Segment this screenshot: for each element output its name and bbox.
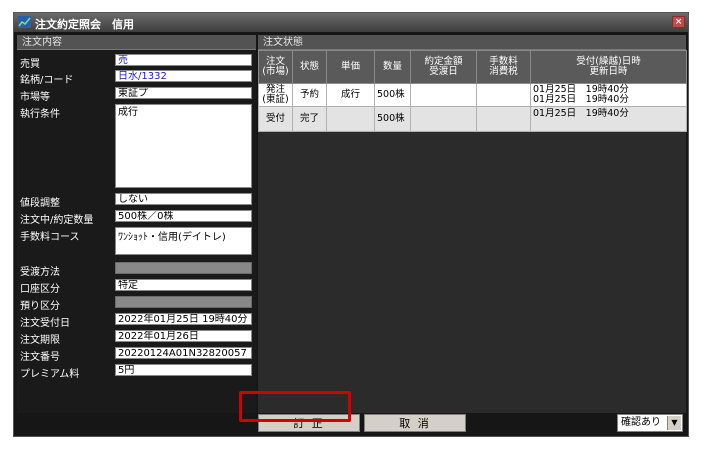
field-value: 特定 (115, 279, 252, 291)
field-label: 注文受付日 (20, 318, 70, 329)
window-title: 注文約定照会 信用 (35, 18, 134, 31)
order-status-panel: 注文状態 注文 (市場) 状態 単価 数量 約定金額 受渡日 手数料 消費税 受付(繰… (258, 35, 687, 413)
cell-tanka: 成行 (326, 83, 375, 107)
table-header-row: 注文 (市場) 状態 単価 数量 約定金額 受渡日 手数料 消費税 受付(繰越)日時更… (258, 50, 687, 84)
field-value: 500株／0株 (115, 210, 252, 222)
field-label: 市場等 (20, 92, 50, 103)
col-header-jotai: 状態 (292, 50, 327, 84)
order-detail-header: 注文内容 (17, 35, 256, 50)
order-inquiry-window: 注文約定照会 信用 × 注文内容 売買 売 銘柄/コード 日水/1332 市場等… (13, 12, 689, 437)
footer-bar: 訂 正 取 消 確認あり ▼ (14, 413, 688, 436)
field-label: 値段調整 (20, 198, 60, 209)
field-label: 売買 (20, 59, 40, 70)
field-value: 2022年01月26日 (115, 330, 252, 342)
order-status-table: 注文 (市場) 状態 単価 数量 約定金額 受渡日 手数料 消費税 受付(繰越)日時更… (258, 50, 687, 132)
cell-uketsuke: 01月25日 19時40分 01月25日 19時40分 (530, 83, 687, 107)
field-value (115, 296, 252, 308)
field-value: 5円 (115, 364, 252, 376)
chevron-down-icon[interactable]: ▼ (667, 416, 681, 430)
order-detail-panel: 注文内容 売買 売 銘柄/コード 日水/1332 市場等 東証プ 執行条件 成行… (17, 35, 256, 413)
chart-app-icon (18, 16, 31, 28)
field-label: 預り区分 (20, 301, 60, 312)
table-row[interactable]: 受付 完了 500株 01月25日 19時40分 (258, 106, 687, 132)
field-label: 手数料コース (20, 232, 80, 243)
correct-button-highlight (239, 391, 351, 422)
order-status-header: 注文状態 (258, 35, 686, 50)
col-header-tanka: 単価 (326, 50, 375, 84)
col-header-chumon: 注文 (市場) (258, 50, 293, 84)
field-label: 口座区分 (20, 284, 60, 295)
field-label: 注文番号 (20, 352, 60, 363)
field-value: 2022年01月25日 19時40分 (115, 313, 252, 325)
field-label: プレミアム料 (20, 369, 80, 380)
field-value: 成行 (115, 104, 252, 188)
cell-tanka (326, 106, 375, 132)
confirm-select-value: 確認あり (621, 417, 661, 428)
field-value: 20220124A01N32820057 (115, 347, 252, 359)
field-label: 執行条件 (20, 109, 60, 120)
field-label: 受渡方法 (20, 267, 60, 278)
cell-yakujo (410, 106, 477, 132)
cell-suryo: 500株 (374, 106, 411, 132)
field-value: 東証プ (115, 87, 252, 99)
title-bar: 注文約定照会 信用 × (14, 13, 688, 32)
table-row[interactable]: 発注 (東証) 予約 成行 500株 01月25日 19時40分 01月25日 19… (258, 83, 687, 107)
cell-uketsuke: 01月25日 19時40分 (530, 106, 687, 132)
field-value (115, 262, 252, 274)
cell-suryo: 500株 (374, 83, 411, 107)
field-value: 売 (115, 54, 252, 66)
field-label: 注文期限 (20, 335, 60, 346)
close-button[interactable]: × (672, 16, 685, 28)
col-header-uketsuke: 受付(繰越)日時 更新日時 (530, 50, 687, 84)
col-header-tesuryo: 手数料 消費税 (476, 50, 531, 84)
cell-chumon: 受付 (258, 106, 293, 132)
field-label: 注文中/約定数量 (20, 215, 94, 226)
cell-chumon: 発注 (東証) (258, 83, 293, 107)
confirm-select[interactable]: 確認あり ▼ (617, 414, 683, 432)
field-value[interactable]: 日水/1332 (115, 70, 252, 82)
col-header-suryo: 数量 (374, 50, 411, 84)
cell-tesuryo (476, 83, 531, 107)
cell-jotai: 完了 (292, 106, 327, 132)
cancel-order-button[interactable]: 取 消 (364, 414, 466, 432)
col-header-yakujo: 約定金額 受渡日 (410, 50, 477, 84)
field-label: 銘柄/コード (20, 75, 74, 86)
cell-jotai: 予約 (292, 83, 327, 107)
cell-yakujo (410, 83, 477, 107)
field-value: ﾜﾝｼｮｯﾄ・信用(デイトレ) (115, 227, 252, 255)
field-value: しない (115, 193, 252, 205)
cell-tesuryo (476, 106, 531, 132)
